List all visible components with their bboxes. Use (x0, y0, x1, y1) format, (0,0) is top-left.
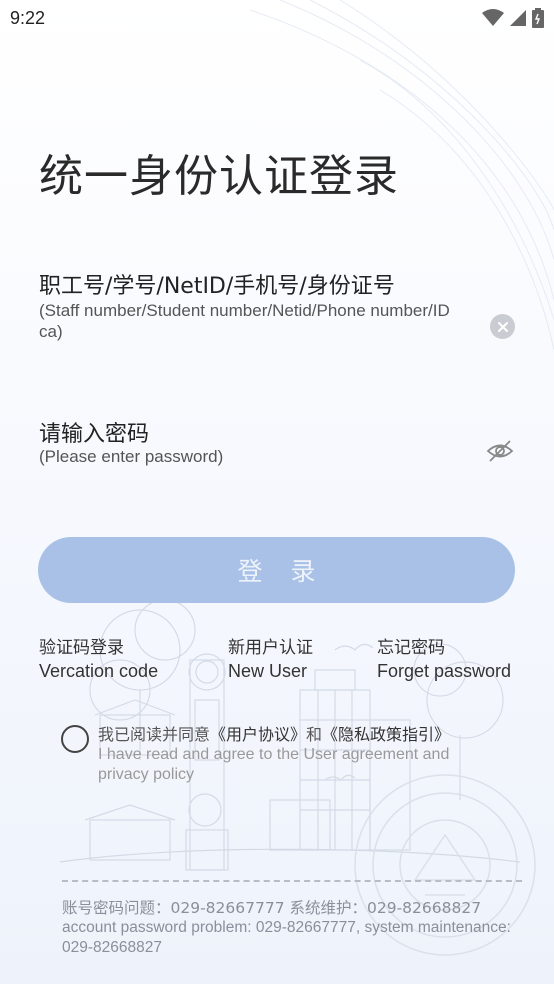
username-placeholder-line1: (Staff number/Student number/Netid/Phone… (39, 301, 450, 320)
sms-code-login-link[interactable]: 验证码登录 Vercation code (39, 637, 158, 683)
agreement-text-en: I have read and agree to the User agreem… (98, 746, 450, 783)
password-field[interactable]: 请输入密码 (39, 416, 149, 448)
battery-icon (532, 8, 544, 28)
agreement-text: 我已阅读并同意《用户协议》和《隐私政策指引》 I have read and a… (98, 725, 478, 785)
username-placeholder[interactable]: (Staff number/Student number/Netid/Phone… (39, 300, 450, 342)
username-placeholder-line2: ca) (39, 322, 63, 341)
username-field[interactable]: 职工号/学号/NetID/手机号/身份证号 (39, 268, 395, 300)
privacy-policy-link[interactable]: 《隐私政策指引》 (322, 725, 450, 744)
status-time: 9:22 (10, 8, 46, 28)
clear-icon (497, 321, 508, 332)
password-placeholder[interactable]: (Please enter password) (39, 446, 223, 467)
link-en: Forget password (377, 661, 512, 681)
wifi-icon (482, 9, 504, 26)
footer-divider (62, 880, 522, 882)
link-cn: 忘记密码 (377, 638, 445, 658)
login-button[interactable]: 登 录 (38, 537, 515, 603)
new-user-link[interactable]: 新用户认证 New User (228, 637, 313, 683)
user-agreement-link[interactable]: 《用户协议》 (210, 725, 306, 744)
footer: 账号密码问题：029-82667777 系统维护：029-82668827 ac… (62, 898, 532, 958)
footer-cn: 账号密码问题：029-82667777 系统维护：029-82668827 (62, 899, 482, 917)
clear-button[interactable] (490, 314, 515, 339)
footer-en: account password problem: 029-82667777, … (62, 919, 511, 956)
agreement-and: 和 (306, 725, 323, 744)
agreement-radio[interactable] (61, 725, 89, 753)
toggle-password-visibility[interactable] (486, 438, 514, 464)
forget-password-link[interactable]: 忘记密码 Forget password (377, 637, 511, 683)
signal-icon (510, 10, 526, 26)
link-en: New User (228, 661, 308, 681)
page-title: 统一身份认证登录 (39, 151, 399, 202)
agreement-prefix: 我已阅读并同意 (98, 725, 211, 744)
status-bar: 9:22 (0, 0, 554, 40)
link-en: Vercation code (39, 661, 159, 681)
eye-off-icon (486, 440, 514, 462)
link-cn: 新用户认证 (228, 638, 313, 658)
link-cn: 验证码登录 (39, 638, 124, 658)
